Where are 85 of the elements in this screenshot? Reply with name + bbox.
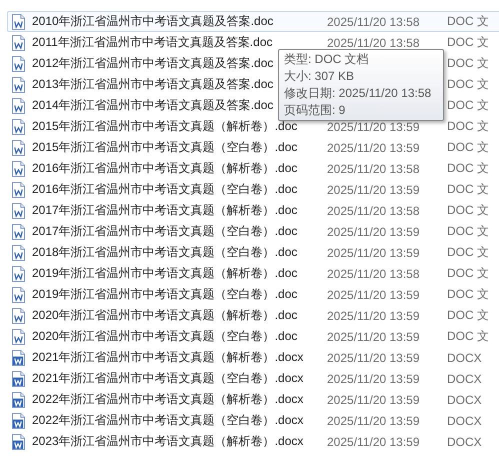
file-type: DOC 文: [447, 182, 489, 196]
document-icon: [12, 34, 25, 50]
document-icon: [12, 14, 25, 30]
document-icon: [12, 76, 25, 92]
file-type: DOCX: [447, 434, 482, 448]
document-icon: [12, 118, 25, 134]
modified-date: 2025/11/20 13:59: [327, 392, 420, 406]
modified-date: 2025/11/20 13:59: [327, 414, 420, 428]
modified-date: 2025/11/20 13:58: [327, 14, 420, 28]
file-name: 2023年浙江省温州市中考语文真题（解析卷）.docx: [32, 433, 304, 450]
document-icon: [12, 392, 25, 408]
document-icon: [12, 308, 25, 324]
file-name: 2016年浙江省温州市中考语文真题（解析卷）.doc: [32, 160, 298, 177]
document-icon: [12, 98, 25, 114]
modified-date: 2025/11/20 13:59: [327, 288, 420, 302]
document-icon: [12, 328, 25, 344]
tooltip-line: 页码范围: 9: [284, 103, 346, 118]
document-icon: [12, 202, 25, 218]
file-type: DOCX: [447, 414, 482, 428]
modified-date: 2025/11/20 13:59: [327, 182, 420, 196]
document-icon: [12, 370, 25, 386]
file-type: DOCX: [447, 350, 482, 364]
modified-date: 2025/11/20 13:58: [327, 36, 420, 50]
document-icon: [12, 224, 25, 240]
file-name: 2015年浙江省温州市中考语文真题（解析卷）.doc: [32, 118, 298, 135]
file-name: 2018年浙江省温州市中考语文真题（空白卷）.doc: [32, 244, 298, 261]
file-type: DOC 文: [447, 245, 489, 259]
file-type: DOC 文: [447, 77, 489, 91]
file-name: 2020年浙江省温州市中考语文真题（空白卷）.doc: [32, 328, 298, 345]
file-name: 2013年浙江省温州市中考语文真题及答案.doc: [32, 76, 274, 93]
file-type: DOC 文: [447, 329, 489, 343]
file-type: DOCX: [447, 392, 482, 406]
file-name: 2021年浙江省温州市中考语文真题（空白卷）.docx: [32, 370, 304, 387]
file-name: 2015年浙江省温州市中考语文真题（空白卷）.doc: [32, 139, 298, 156]
document-icon: [12, 160, 25, 176]
modified-date: 2025/11/20 13:59: [327, 140, 420, 154]
file-type: DOC 文: [447, 98, 489, 112]
document-icon: [12, 286, 25, 302]
file-name: 2019年浙江省温州市中考语文真题（解析卷）.doc: [32, 265, 298, 282]
modified-date: 2025/11/20 13:59: [327, 350, 420, 364]
modified-date: 2025/11/20 13:59: [327, 330, 420, 344]
modified-date: 2025/11/20 13:59: [327, 120, 420, 134]
modified-date: 2025/11/20 13:59: [327, 434, 420, 448]
file-type: DOC 文: [447, 308, 489, 322]
modified-date: 2025/11/20 13:59: [327, 246, 420, 260]
document-icon: [12, 266, 25, 282]
file-name: 2016年浙江省温州市中考语文真题（空白卷）.doc: [32, 181, 298, 198]
modified-date: 2025/11/20 13:59: [327, 224, 420, 238]
modified-date: 2025/11/20 13:58: [327, 266, 420, 280]
file-name: 2017年浙江省温州市中考语文真题（解析卷）.doc: [32, 202, 298, 219]
document-icon: [12, 434, 25, 450]
file-type: DOCX: [447, 372, 482, 386]
modified-date: 2025/11/20 13:58: [327, 204, 420, 218]
modified-date: 2025/11/20 13:58: [327, 162, 420, 176]
file-type: DOC 文: [447, 56, 489, 70]
modified-date: 2025/11/20 13:59: [327, 372, 420, 386]
file-name: 2019年浙江省温州市中考语文真题（空白卷）.doc: [32, 286, 298, 303]
file-type: DOC 文: [447, 266, 489, 280]
document-icon: [12, 182, 25, 198]
file-type: DOC 文: [447, 35, 489, 49]
file-name: 2012年浙江省温州市中考语文真题及答案.doc: [32, 55, 274, 72]
file-type: DOC 文: [447, 140, 489, 154]
file-type: DOC 文: [447, 14, 489, 28]
document-icon: [12, 140, 25, 156]
file-type: DOC 文: [447, 287, 489, 301]
file-type: DOC 文: [447, 161, 489, 175]
document-icon: [12, 350, 25, 366]
file-name: 2022年浙江省温州市中考语文真题（空白卷）.docx: [32, 412, 304, 429]
file-name: 2020年浙江省温州市中考语文真题（解析卷）.doc: [32, 307, 298, 324]
file-name: 2021年浙江省温州市中考语文真题（解析卷）.docx: [32, 349, 304, 366]
file-type: DOC 文: [447, 119, 489, 133]
modified-date: 2025/11/20 13:59: [327, 308, 420, 322]
tooltip-line: 类型: DOC 文档: [284, 52, 370, 67]
file-type: DOC 文: [447, 224, 489, 238]
document-icon: [12, 244, 25, 260]
file-type: DOC 文: [447, 203, 489, 217]
file-name: 2010年浙江省温州市中考语文真题及答案.doc: [32, 13, 274, 30]
file-name: 2017年浙江省温州市中考语文真题（空白卷）.doc: [32, 223, 298, 240]
tooltip-line: 修改日期: 2025/11/20 13:58: [284, 86, 432, 101]
document-icon: [12, 56, 25, 72]
tooltip-line: 大小: 307 KB: [284, 69, 356, 84]
file-name: 2011年浙江省温州市中考语文真题及答案.doc: [32, 34, 272, 51]
document-icon: [12, 412, 25, 428]
file-name: 2022年浙江省温州市中考语文真题（解析卷）.docx: [32, 391, 304, 408]
file-name: 2014年浙江省温州市中考语文真题及答案.doc: [32, 97, 274, 114]
